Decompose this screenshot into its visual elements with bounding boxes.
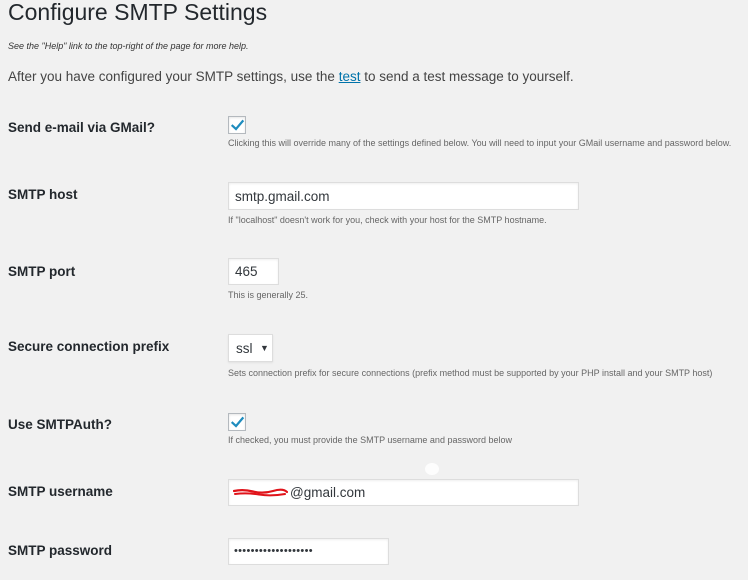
gmail-label: Send e-mail via GMail? [8,120,156,135]
prefix-select[interactable]: ssl ▼ [228,334,273,362]
prefix-selected-value: ssl [236,341,253,356]
smtp-password-label: SMTP password [8,543,113,558]
checkmark-icon [230,119,245,131]
smtp-username-visible-text: @gmail.com [290,485,366,500]
smtp-auth-description: If checked, you must provide the SMTP us… [228,435,512,445]
intro-text-before: After you have configured your SMTP sett… [8,69,339,84]
smtp-host-description: If "localhost" doesn't work for you, che… [228,215,547,225]
gmail-description: Clicking this will override many of the … [228,138,732,148]
smtp-auth-label: Use SMTPAuth? [8,417,112,432]
smtp-port-input[interactable] [228,258,279,285]
smtp-port-description: This is generally 25. [228,290,309,300]
smtp-settings-page: Configure SMTP Settings See the "Help" l… [0,0,748,580]
smtp-username-label: SMTP username [8,484,113,499]
prefix-label: Secure connection prefix [8,339,170,354]
help-note: See the "Help" link to the top-right of … [8,41,249,51]
prefix-description: Sets connection prefix for secure connec… [228,368,713,378]
smtp-host-input[interactable] [228,182,579,210]
smtp-password-mask: ••••••••••••••••••• [234,545,313,557]
smtp-host-label: SMTP host [8,187,78,202]
test-link[interactable]: test [339,69,361,84]
redaction-scribble [233,488,288,497]
intro-text-after: to send a test message to yourself. [360,69,574,84]
checkmark-icon [230,416,245,428]
triangle-down-icon: ▼ [260,343,269,353]
gmail-checkbox[interactable] [228,116,246,134]
cursor-ghost [425,463,439,475]
page-title: Configure SMTP Settings [8,0,268,25]
smtp-port-label: SMTP port [8,264,76,279]
intro-text: After you have configured your SMTP sett… [8,69,574,84]
smtp-auth-checkbox[interactable] [228,413,246,431]
